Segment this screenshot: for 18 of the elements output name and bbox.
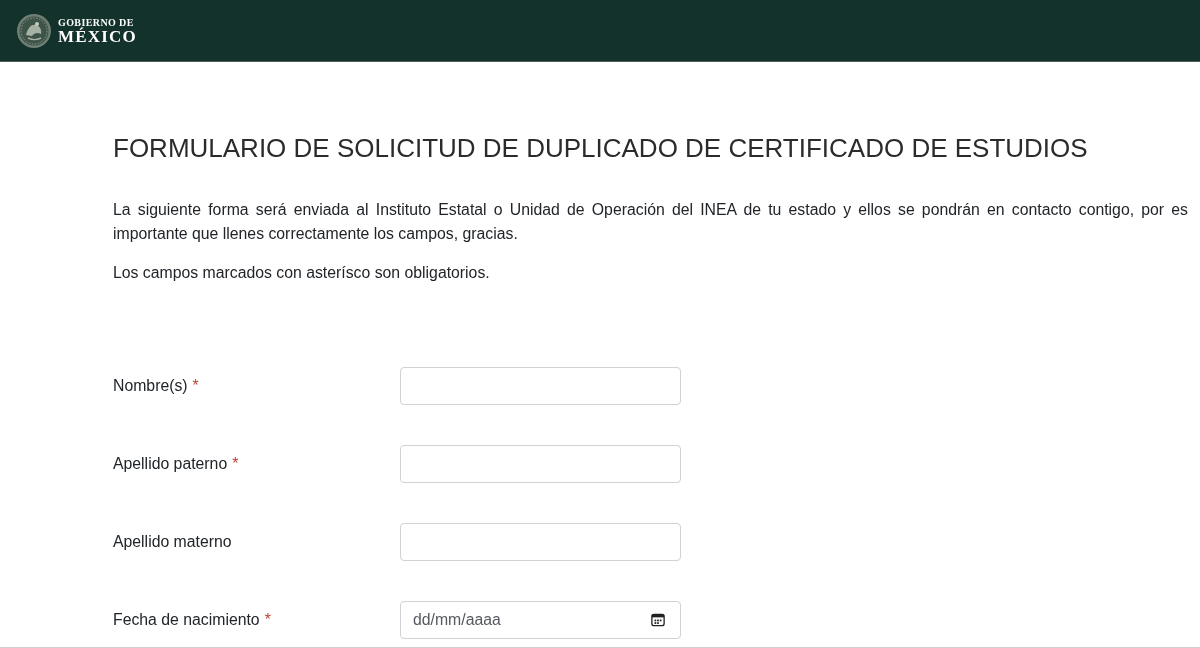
field-label: Fecha de nacimiento <box>113 611 260 629</box>
date-input[interactable]: dd/mm/aaaa <box>400 601 681 639</box>
field-label: Apellido materno <box>113 533 232 551</box>
required-asterisk: * <box>264 611 271 629</box>
field-label: Apellido paterno <box>113 455 228 473</box>
intro-paragraph: La siguiente forma será enviada al Instituto Estatal o Unidad de Operación del INEA de tu estado y ellos se pondrán en contacto contigo, por es importante que llenes correctamente los campos, gracias. <box>113 200 1188 244</box>
field-label: Nombre(s) <box>113 377 188 395</box>
required-asterisk: * <box>192 377 199 395</box>
page-title: FORMULARIO DE SOLICITUD DE DUPLICADO DE CERTIFICADO DE ESTUDIOS <box>113 132 1089 164</box>
calendar-icon[interactable] <box>651 613 665 627</box>
text-input[interactable] <box>400 367 681 405</box>
logo-text: MÉXICO <box>58 27 137 45</box>
text-input[interactable] <box>400 523 681 561</box>
required-asterisk: * <box>232 455 239 473</box>
round-seal-icon <box>16 12 52 49</box>
intro-paragraph: Los campos marcados con asterísco son obligatorios. <box>113 263 491 283</box>
logo-text: GOBIERNO DE <box>58 16 134 28</box>
text-input[interactable] <box>400 445 681 483</box>
